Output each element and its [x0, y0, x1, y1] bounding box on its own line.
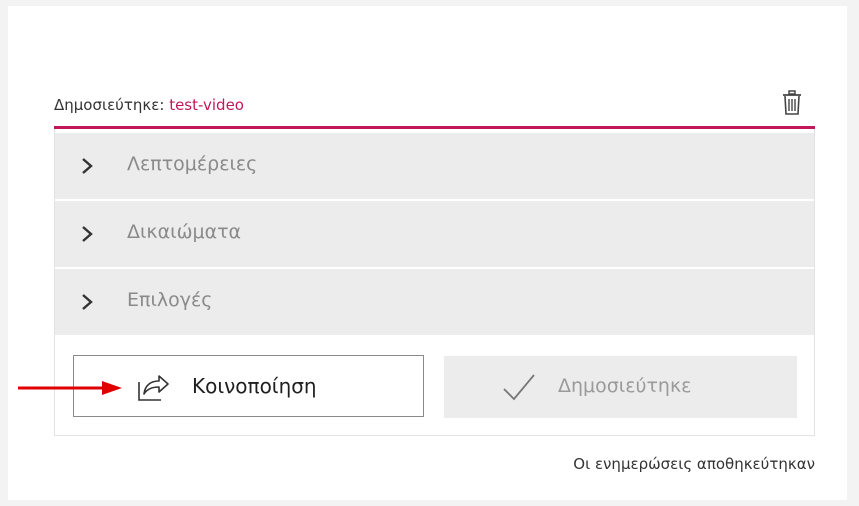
published-button: Δημοσιεύτηκε [444, 356, 797, 418]
share-button[interactable]: Κοινοποίηση [73, 355, 424, 417]
accordion-details[interactable]: Λεπτομέρειες [55, 133, 814, 199]
share-icon [138, 375, 169, 401]
accordion-label: Δικαιώματα [127, 221, 242, 243]
video-name: test-video [169, 96, 244, 114]
chevron-right-icon [82, 294, 93, 310]
accordion-label: Λεπτομέρειες [127, 153, 258, 175]
save-status-text: Οι ενημερώσεις αποθηκεύτηκαν [573, 455, 815, 473]
share-button-label: Κοινοποίηση [192, 374, 317, 398]
publish-card: Λεπτομέρειες Δικαιώματα Επιλογές Κοινοπο… [54, 129, 815, 436]
publish-header: Δημοσιεύτηκε: test-video [54, 84, 815, 124]
published-button-label: Δημοσιεύτηκε [558, 375, 692, 397]
published-prefix: Δημοσιεύτηκε: [54, 96, 165, 114]
checkmark-icon [503, 374, 535, 401]
chevron-right-icon [82, 226, 93, 242]
publish-status-text: Δημοσιεύτηκε: test-video [54, 96, 244, 114]
chevron-right-icon [82, 158, 93, 174]
accordion-permissions[interactable]: Δικαιώματα [55, 201, 814, 267]
annotation-arrow-icon [18, 381, 122, 395]
accordion-label: Επιλογές [127, 289, 213, 311]
accordion-options[interactable]: Επιλογές [55, 269, 814, 335]
trash-icon[interactable] [780, 90, 804, 116]
